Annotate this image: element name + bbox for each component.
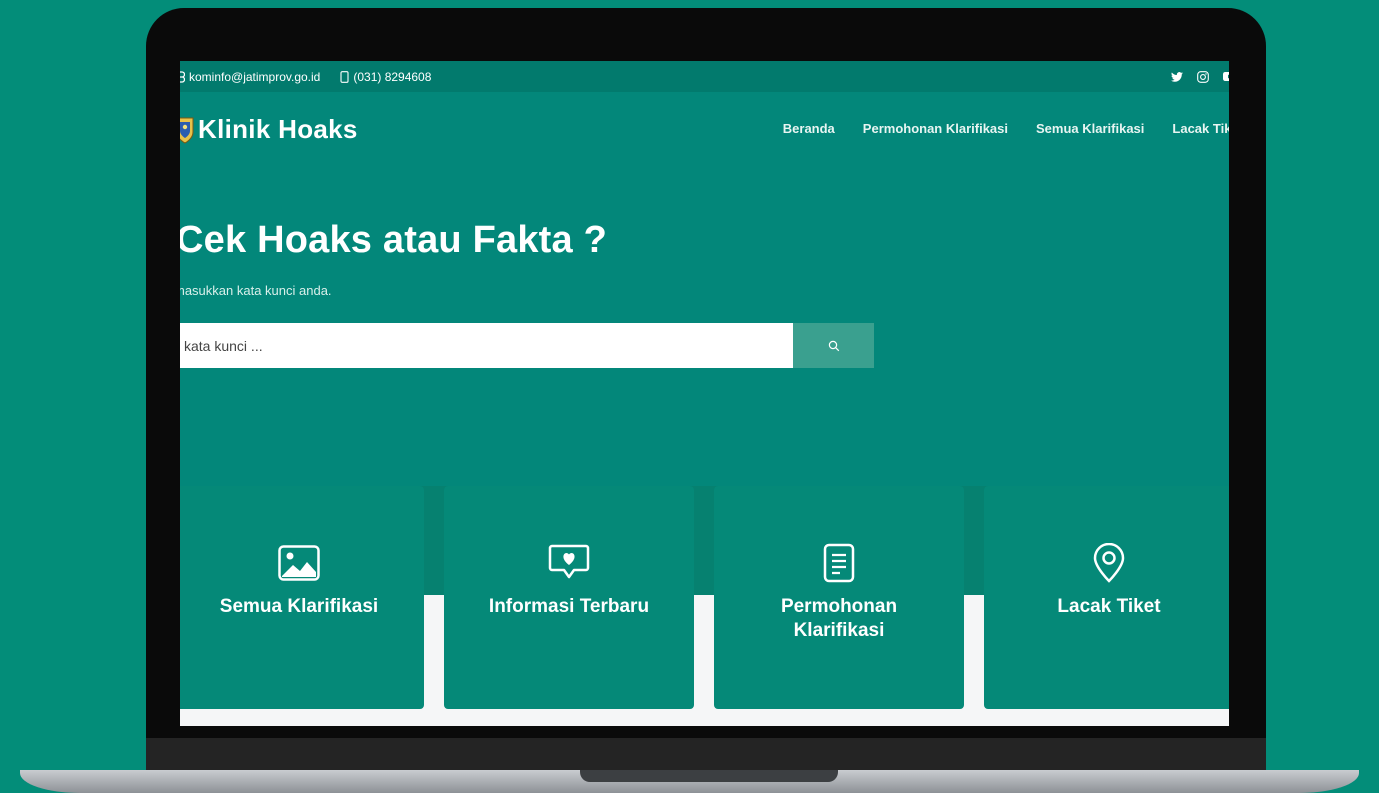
phone-contact[interactable]: (031) 8294608 — [340, 70, 431, 84]
browser-screen: kominfo@jatimprov.go.id (031) 8294608 Kl… — [180, 61, 1229, 726]
main-nav: Beranda Permohonan Klarifikasi Semua Kla… — [783, 121, 1229, 136]
nav-item-lacak-tiket[interactable]: Lacak Tiket — [1172, 121, 1229, 136]
card-label: Informasi Terbaru — [488, 596, 650, 617]
search-button[interactable] — [793, 323, 874, 368]
image-icon — [278, 543, 320, 583]
mail-icon — [180, 70, 185, 83]
jatim-emblem-icon — [180, 115, 194, 145]
site-header: Klinik Hoaks Beranda Permohonan Klarifik… — [180, 92, 1229, 168]
email-contact[interactable]: kominfo@jatimprov.go.id — [180, 70, 320, 84]
search-input[interactable] — [180, 323, 793, 368]
nav-item-beranda[interactable]: Beranda — [783, 121, 835, 136]
hero-subtitle: masukkan kata kunci anda. — [180, 283, 332, 298]
phone-icon — [340, 70, 349, 83]
card-informasi-terbaru[interactable]: Informasi Terbaru — [444, 486, 694, 709]
card-lacak-tiket[interactable]: Lacak Tiket — [984, 486, 1229, 709]
card-permohonan-klarifikasi[interactable]: Permohonan Klarifikasi — [714, 486, 964, 709]
hero-title: Cek Hoaks atau Fakta ? — [180, 219, 608, 261]
top-bar: kominfo@jatimprov.go.id (031) 8294608 — [180, 61, 1229, 92]
location-pin-icon — [1092, 543, 1126, 583]
twitter-icon[interactable] — [1171, 71, 1183, 82]
brand-title: Klinik Hoaks — [198, 114, 358, 144]
card-label: Lacak Tiket — [1057, 596, 1161, 617]
nav-item-semua-klarifikasi[interactable]: Semua Klarifikasi — [1036, 121, 1144, 136]
search-form — [180, 323, 874, 368]
document-icon — [823, 543, 855, 583]
card-semua-klarifikasi[interactable]: Semua Klarifikasi — [180, 486, 424, 709]
phone-text: (031) 8294608 — [353, 69, 432, 84]
youtube-icon[interactable] — [1223, 72, 1229, 81]
brand-logo-link[interactable]: Klinik Hoaks — [180, 114, 358, 145]
heart-message-icon — [548, 543, 590, 583]
card-label: Semua Klarifikasi — [219, 596, 379, 617]
social-links — [1171, 61, 1229, 92]
instagram-icon[interactable] — [1197, 70, 1209, 83]
laptop-chin — [146, 738, 1266, 772]
laptop-notch — [580, 770, 838, 782]
card-label: Permohonan Klarifikasi — [780, 596, 898, 641]
email-text: kominfo@jatimprov.go.id — [189, 69, 321, 84]
nav-item-permohonan-klarifikasi[interactable]: Permohonan Klarifikasi — [863, 121, 1008, 136]
search-icon — [828, 340, 840, 352]
feature-cards: Semua Klarifikasi Informasi Terbaru Perm… — [180, 486, 1229, 709]
